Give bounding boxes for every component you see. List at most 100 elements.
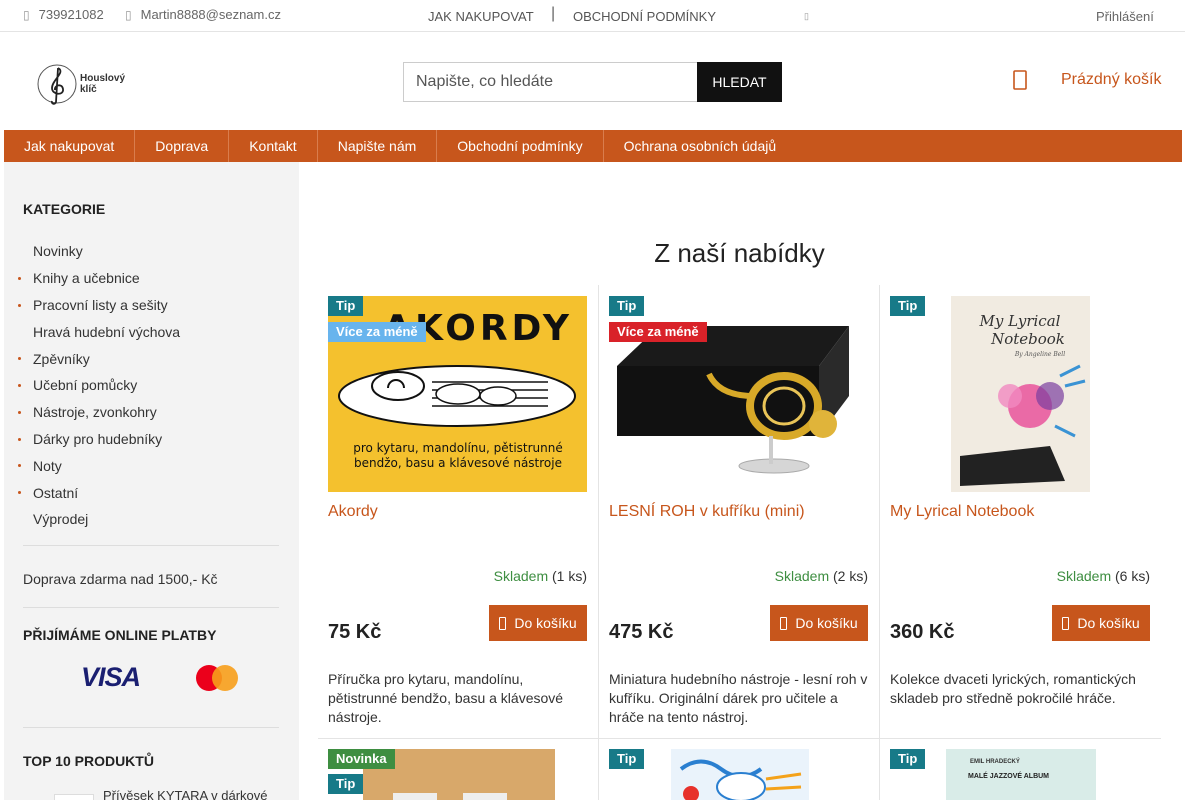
search-form: HLEDAT <box>403 62 782 102</box>
bullet-icon <box>18 303 21 307</box>
more-links-icon[interactable]: ▯ <box>804 11 809 22</box>
product-card: Novinka Tip <box>318 739 599 800</box>
product-image[interactable]: EMIL HRADECKÝ MALÉ JAZZOVÉ ALBUM <box>946 749 1096 800</box>
sidebar-divider <box>23 727 279 728</box>
product-card: My Lyrical Notebook By Angeline Bell Tip… <box>880 285 1161 739</box>
bullet-icon <box>18 410 21 414</box>
email-contact[interactable]: ▯ Martin8888@seznam.cz <box>125 7 281 22</box>
search-button[interactable]: HLEDAT <box>697 62 782 102</box>
stock-status: Skladem (2 ks) <box>775 568 868 584</box>
category-list: Novinky Knihy a učebnice Pracovní listy a … <box>18 238 180 533</box>
product-grid-row-2: Novinka Tip Tip EMIL HRADECKÝ MALÉ JAZZO… <box>318 739 1161 800</box>
logo-text-line-2: klíč <box>80 84 97 95</box>
product-description: Kolekce dvaceti lyrických, romantických … <box>890 671 1136 706</box>
sidebar-category-label: Výprodej <box>33 511 89 528</box>
sidebar-category-label: Noty <box>33 457 62 474</box>
cover-author: By Angeline Bell <box>1014 351 1065 358</box>
sidebar-divider <box>23 545 279 546</box>
nav-item-terms[interactable]: Obchodní podmínky <box>437 130 604 162</box>
sidebar-category-label: Ostatní <box>33 484 79 501</box>
add-to-cart-button[interactable]: Do košíku <box>1052 605 1150 641</box>
top10-item-title: Přívěsek KYTARA v dárkové <box>103 788 268 800</box>
cart-status: Prázdný košík <box>1061 71 1162 88</box>
product-image[interactable] <box>671 749 809 800</box>
bullet-icon <box>18 357 21 361</box>
sidebar-category-item[interactable]: Zpěvníky <box>18 345 180 372</box>
sidebar-category-label: Zpěvníky <box>33 350 90 367</box>
add-to-cart-button[interactable]: Do košíku <box>489 605 587 641</box>
top-bar: ▯ 739921082 ▯ Martin8888@seznam.cz JAK N… <box>0 0 1185 32</box>
logo-text: Houslový klíč <box>80 73 125 95</box>
cover-title-2: Notebook <box>990 330 1065 348</box>
sidebar-category-label: Nástroje, zvonkohry <box>33 404 157 421</box>
product-description: Miniatura hudebního nástroje - lesní roh… <box>609 671 868 725</box>
product-image[interactable]: My Lyrical Notebook By Angeline Bell <box>890 296 1149 492</box>
tip-flag: Tip <box>609 296 645 316</box>
nav-item-write-us[interactable]: Napište nám <box>318 130 438 162</box>
cover-subtitle: pro kytaru, mandolínu, pětistrunné bendž… <box>353 441 563 470</box>
bullet-icon <box>18 437 21 441</box>
product-description: Příručka pro kytaru, mandolínu, pětistru… <box>328 671 564 725</box>
top-link-how-to-buy[interactable]: JAK NAKUPOVAT <box>428 9 534 24</box>
logo-text-line-1: Houslový <box>80 73 126 84</box>
cover-title: MALÉ JAZZOVÉ ALBUM <box>968 773 1050 780</box>
sidebar-category-label: Knihy a učebnice <box>33 270 140 287</box>
cart-icon <box>1013 70 1027 90</box>
bullet-icon <box>18 464 21 468</box>
sidebar-category-item[interactable]: Výprodej <box>18 506 180 533</box>
top-link-terms[interactable]: OBCHODNÍ PODMÍNKY <box>573 9 716 24</box>
site-logo[interactable]: Houslový klíč <box>36 62 136 106</box>
sidebar-category-item[interactable]: Knihy a učebnice <box>18 265 180 292</box>
sidebar: KATEGORIE Novinky Knihy a učebnice Pracovn… <box>4 162 299 800</box>
main-navigation: Jak nakupovat Doprava Kontakt Napište ná… <box>4 130 1182 162</box>
sidebar-divider <box>23 607 279 608</box>
free-shipping-note: Doprava zdarma nad 1500,- Kč <box>23 571 218 587</box>
sidebar-category-item[interactable]: Nástroje, zvonkohry <box>18 399 180 426</box>
sidebar-category-label: Novinky <box>33 243 83 260</box>
stock-label: Skladem <box>1056 568 1112 584</box>
tip-flag: Tip <box>328 296 364 316</box>
nav-item-shipping[interactable]: Doprava <box>135 130 230 162</box>
cart-icon <box>1062 616 1070 630</box>
login-link[interactable]: Přihlášení <box>1096 9 1154 24</box>
cart-icon <box>780 616 788 630</box>
email-icon: ▯ <box>125 7 132 22</box>
new-flag: Novinka <box>328 749 395 769</box>
product-name[interactable]: LESNÍ ROH v kufříku (mini) <box>609 503 805 521</box>
product-name[interactable]: Akordy <box>328 503 378 521</box>
product-price: 475 Kč <box>609 621 674 643</box>
visa-logo: VISA <box>81 662 141 692</box>
stock-status: Skladem (6 ks) <box>1057 568 1150 584</box>
sidebar-category-item[interactable]: Ostatní <box>18 479 180 506</box>
stock-label: Skladem <box>493 568 549 584</box>
phone-contact[interactable]: ▯ 739921082 <box>23 7 104 22</box>
sidebar-category-item[interactable]: Novinky <box>18 238 180 265</box>
stock-quantity: (1 ks) <box>552 568 587 584</box>
sidebar-category-label: Učební pomůcky <box>33 377 138 394</box>
sidebar-category-item[interactable]: Učební pomůcky <box>18 372 180 399</box>
payment-cards: VISA <box>81 662 239 693</box>
bullet-icon <box>18 276 21 280</box>
nav-item-how-to-buy[interactable]: Jak nakupovat <box>4 130 136 162</box>
add-to-cart-button[interactable]: Do košíku <box>770 605 868 641</box>
top10-item[interactable]: Přívěsek KYTARA v dárkové <box>54 788 268 800</box>
sidebar-category-label: Dárky pro hudebníky <box>33 430 163 447</box>
nav-item-privacy[interactable]: Ochrana osobních údajů <box>604 130 797 162</box>
stock-quantity: (6 ks) <box>1115 568 1150 584</box>
cover-author: EMIL HRADECKÝ <box>970 759 1020 765</box>
sidebar-category-item[interactable]: Dárky pro hudebníky <box>18 426 180 453</box>
add-to-cart-label: Do košíku <box>1077 615 1140 631</box>
nav-item-contact[interactable]: Kontakt <box>229 130 318 162</box>
add-to-cart-label: Do košíku <box>795 615 858 631</box>
stock-label: Skladem <box>774 568 830 584</box>
sidebar-category-item[interactable]: Pracovní listy a sešity <box>18 292 180 319</box>
payments-title: PŘIJÍMÁME ONLINE PLATBY <box>23 627 217 643</box>
tip-flag: Tip <box>328 774 364 794</box>
tip-flag: Tip <box>890 296 926 316</box>
search-input[interactable] <box>403 62 697 102</box>
cart-link[interactable]: Prázdný košík <box>1013 70 1161 90</box>
product-name[interactable]: My Lyrical Notebook <box>890 503 1034 521</box>
sidebar-category-item[interactable]: Hravá hudební výchova <box>18 318 180 345</box>
sidebar-category-label: Hravá hudební výchova <box>33 323 181 340</box>
sidebar-category-item[interactable]: Noty <box>18 452 180 479</box>
